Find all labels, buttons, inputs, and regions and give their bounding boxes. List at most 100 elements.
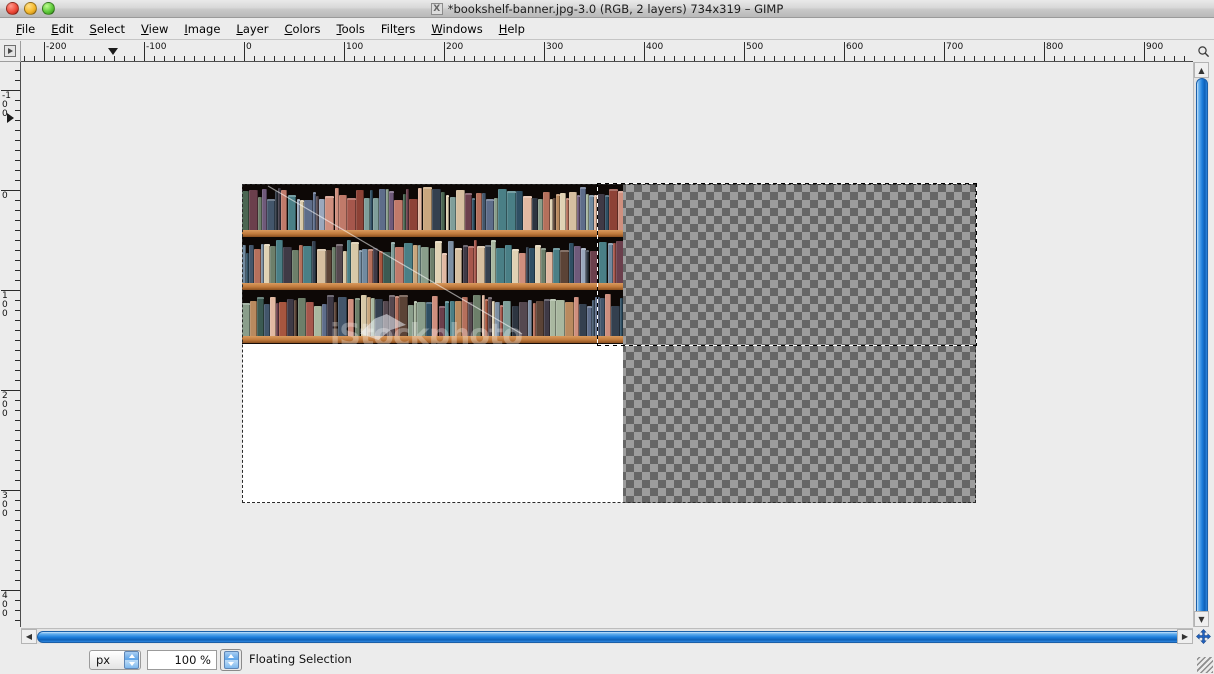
ruler-minor-tick [104, 56, 105, 61]
ruler-minor-tick [15, 580, 20, 581]
ruler-minor-tick [1114, 56, 1115, 61]
ruler-minor-tick [15, 600, 20, 601]
book-spine [304, 200, 313, 230]
menu-item-colors[interactable]: Colors [276, 20, 328, 38]
ruler-minor-tick [384, 56, 385, 61]
book-spine [472, 198, 475, 230]
menu-item-image[interactable]: Image [176, 20, 228, 38]
ruler-minor-tick [834, 56, 835, 61]
ruler-minor-tick [734, 56, 735, 61]
ruler-minor-tick [374, 56, 375, 61]
scroll-left-arrow-icon[interactable]: ◀ [21, 629, 37, 644]
horizontal-ruler[interactable]: -200 -100 0 100 200 300 400 500 600 700 800 900 [21, 41, 1193, 62]
ruler-minor-tick [34, 56, 35, 61]
spinner-up-icon[interactable] [128, 654, 135, 658]
window-resize-grip[interactable] [1197, 657, 1213, 673]
ruler-minor-tick [984, 56, 985, 61]
ruler-minor-tick [15, 360, 20, 361]
ruler-minor-tick [964, 56, 965, 61]
book-spine [279, 302, 287, 336]
menu-item-tools[interactable]: Tools [329, 20, 373, 38]
zoom-input[interactable]: 100 % [147, 650, 217, 670]
ruler-origin-button[interactable] [0, 41, 21, 62]
zoom-spinner[interactable] [220, 649, 242, 671]
book-spine [355, 298, 360, 336]
app-icon: X [430, 2, 443, 15]
ruler-minor-tick [124, 56, 125, 61]
ruler-minor-tick [1064, 56, 1065, 61]
scroll-down-arrow-icon[interactable]: ▼ [1194, 611, 1209, 627]
unit-selector-label: px [96, 653, 111, 667]
minimize-button[interactable] [24, 2, 37, 15]
ruler-minor-tick [804, 56, 805, 61]
ruler-minor-tick [364, 56, 365, 61]
ruler-minor-tick [654, 56, 655, 61]
ruler-minor-tick [15, 620, 20, 621]
ruler-minor-tick [15, 370, 20, 371]
ruler-minor-tick [1024, 56, 1025, 61]
ruler-minor-tick [1154, 56, 1155, 61]
book-spine [586, 250, 589, 283]
ruler-minor-tick [584, 56, 585, 61]
ruler-minor-tick [15, 130, 20, 131]
ruler-minor-tick [15, 300, 20, 301]
unit-selector[interactable]: px [89, 650, 141, 670]
menubar[interactable]: File Edit Select View Image Layer Colors Tools F… [0, 19, 1214, 40]
menu-item-file[interactable]: File [8, 20, 43, 38]
scroll-up-arrow-icon[interactable]: ▲ [1194, 62, 1209, 78]
ruler-major-tick [844, 42, 845, 61]
canvas-viewport[interactable]: iStockphoto [21, 62, 1193, 627]
h-scroll-thumb[interactable] [37, 631, 1185, 643]
spinner-down-icon[interactable] [228, 662, 234, 666]
window-titlebar[interactable]: X *bookshelf-banner.jpg-3.0 (RGB, 2 laye… [0, 0, 1214, 18]
ruler-minor-tick [15, 460, 20, 461]
ruler-minor-tick [594, 56, 595, 61]
book-spine [620, 298, 623, 336]
book-spine [281, 190, 287, 230]
ruler-label: 100 [346, 42, 364, 52]
menu-item-select[interactable]: Select [82, 20, 134, 38]
navigate-image-button[interactable] [1193, 628, 1214, 645]
ruler-minor-tick [15, 420, 20, 421]
v-scroll-thumb[interactable] [1196, 78, 1208, 621]
ruler-minor-tick [15, 240, 20, 241]
ruler-minor-tick [15, 440, 20, 441]
ruler-major-tick [644, 42, 645, 61]
close-button[interactable] [6, 2, 19, 15]
magnifier-icon [1198, 46, 1210, 58]
ruler-minor-tick [774, 56, 775, 61]
book-spine [250, 301, 257, 336]
menu-item-filters[interactable]: Filters [373, 20, 424, 38]
ruler-minor-tick [15, 410, 20, 411]
ruler-minor-tick [15, 380, 20, 381]
zoom-spinner-icon[interactable] [223, 651, 239, 669]
unit-spinner-icon[interactable] [124, 651, 139, 669]
ruler-minor-tick [15, 550, 20, 551]
book-spine [486, 199, 494, 230]
book-spine [435, 241, 442, 283]
scroll-right-arrow-icon[interactable]: ▶ [1177, 629, 1193, 644]
book-spine [334, 302, 337, 336]
vertical-ruler[interactable]: -100 0 100 200 300 400 [0, 62, 21, 627]
ruler-minor-tick [254, 56, 255, 61]
menu-item-layer[interactable]: Layer [228, 20, 276, 38]
ruler-minor-tick [354, 56, 355, 61]
image-canvas[interactable]: iStockphoto [242, 183, 977, 503]
book-spine [455, 248, 462, 283]
maximize-button[interactable] [42, 2, 55, 15]
shelf-row [242, 290, 623, 336]
menu-item-windows[interactable]: Windows [423, 20, 490, 38]
spinner-down-icon[interactable] [128, 662, 135, 666]
ruler-minor-tick [15, 70, 20, 71]
book-spine [543, 192, 550, 230]
ruler-major-tick [944, 42, 945, 61]
horizontal-scrollbar[interactable]: ◀ ▶ [21, 628, 1193, 644]
spinner-up-icon[interactable] [228, 654, 234, 658]
menu-item-view[interactable]: View [133, 20, 176, 38]
vertical-scrollbar[interactable]: ▲ ▼ [1193, 62, 1209, 627]
book-spine [616, 241, 623, 283]
menu-item-edit[interactable]: Edit [43, 20, 81, 38]
menu-item-help[interactable]: Help [491, 20, 533, 38]
zoom-image-button[interactable] [1193, 41, 1214, 62]
ruler-minor-tick [874, 56, 875, 61]
